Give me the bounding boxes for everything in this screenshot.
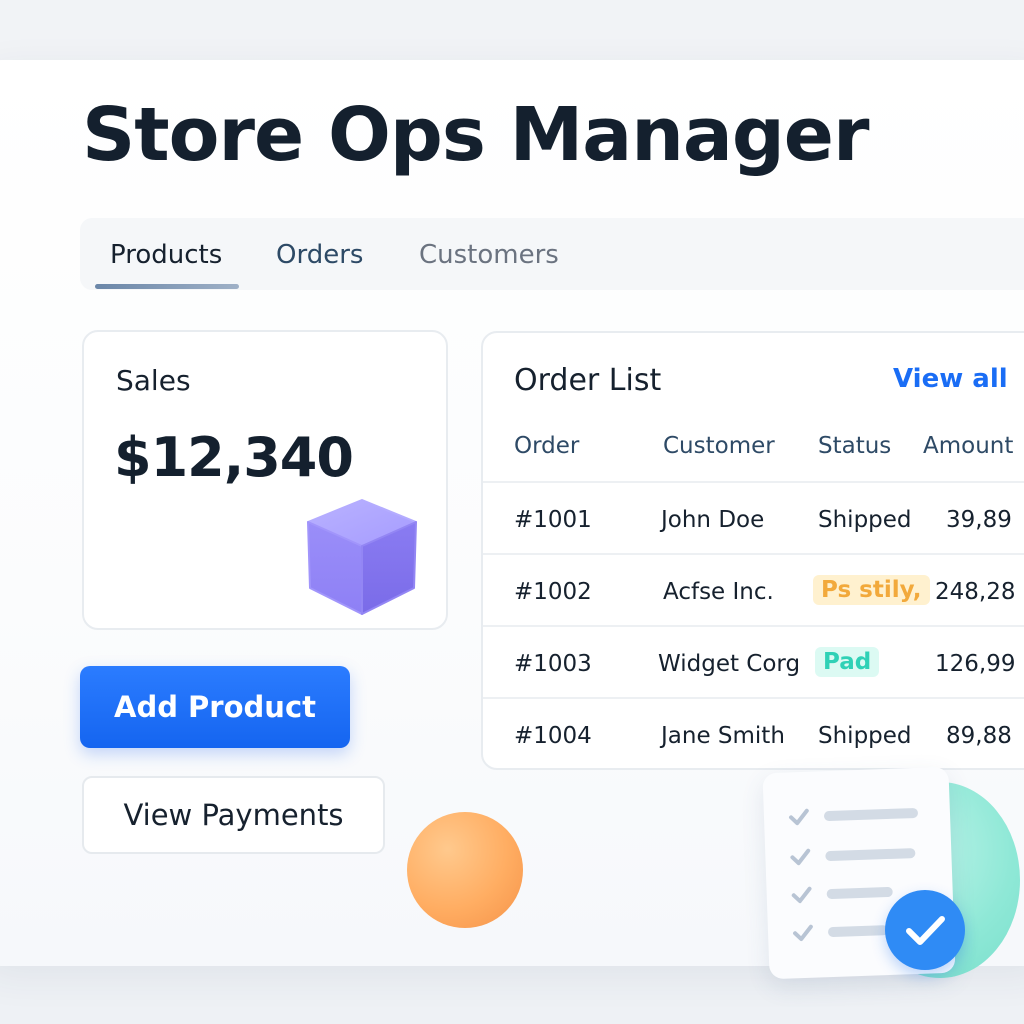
status-cell: Shipped [818, 507, 912, 533]
customer-cell: John Doe [661, 507, 765, 533]
checklist-item [789, 842, 930, 869]
view-all-link[interactable]: View all [893, 364, 1008, 394]
amount-cell: 89,88 [946, 723, 1012, 749]
check-icon [791, 886, 812, 904]
status-badge: Pad [815, 647, 880, 677]
column-header-status: Status [818, 433, 892, 459]
amount-cell: 248,28 [935, 579, 1016, 605]
check-icon [789, 808, 809, 826]
customer-cell: Widget Corg [658, 651, 801, 677]
tab-products[interactable]: Products [110, 240, 222, 270]
order-list-card: Order List View all Order Customer Statu… [481, 331, 1024, 770]
order-id-cell: #1003 [514, 651, 592, 677]
sales-card: Sales $12,340 [82, 330, 448, 630]
active-tab-indicator [95, 284, 239, 289]
sales-value: $12,340 [114, 426, 354, 489]
order-list-title: Order List [514, 363, 662, 398]
customer-cell: Jane Smith [661, 723, 785, 749]
table-row[interactable]: #1002 Acfse Inc. Ps stily, 248,28 [483, 553, 1024, 627]
check-icon [793, 924, 813, 942]
status-badge-text: Pad [815, 647, 880, 677]
cube-icon [307, 499, 417, 615]
check-icon [790, 848, 811, 866]
add-product-button[interactable]: Add Product [80, 666, 350, 748]
amount-cell: 39,89 [946, 507, 1012, 533]
amount-cell: 126,99 [935, 651, 1016, 677]
tab-bar: Products Orders Customers [80, 218, 1024, 290]
checklist-item [788, 802, 929, 829]
order-id-cell: #1002 [514, 579, 592, 605]
status-badge-text: Ps stily, [813, 575, 930, 605]
status-cell: Shipped [818, 723, 912, 749]
checkmark-icon [885, 890, 965, 970]
checkmark-glyph [906, 916, 945, 945]
orange-sphere-icon [407, 812, 523, 928]
table-row[interactable]: #1003 Widget Corg Pad 126,99 [483, 625, 1024, 699]
view-payments-button[interactable]: View Payments [82, 776, 385, 854]
column-header-order: Order [514, 433, 580, 459]
tab-orders[interactable]: Orders [276, 240, 363, 270]
column-header-amount: Amount [923, 433, 1014, 459]
order-id-cell: #1001 [514, 507, 592, 533]
tab-customers[interactable]: Customers [419, 240, 559, 270]
order-id-cell: #1004 [514, 723, 592, 749]
status-badge: Ps stily, [813, 575, 930, 605]
column-header-customer: Customer [663, 433, 775, 459]
customer-cell: Acfse Inc. [663, 579, 774, 605]
sales-label: Sales [116, 364, 191, 397]
page-title: Store Ops Manager [82, 92, 869, 178]
app-canvas: Store Ops Manager Products Orders Custom… [0, 0, 1024, 1024]
table-row[interactable]: #1001 John Doe Shipped 39,89 [483, 481, 1024, 555]
table-row[interactable]: #1004 Jane Smith Shipped 89,88 [483, 697, 1024, 768]
